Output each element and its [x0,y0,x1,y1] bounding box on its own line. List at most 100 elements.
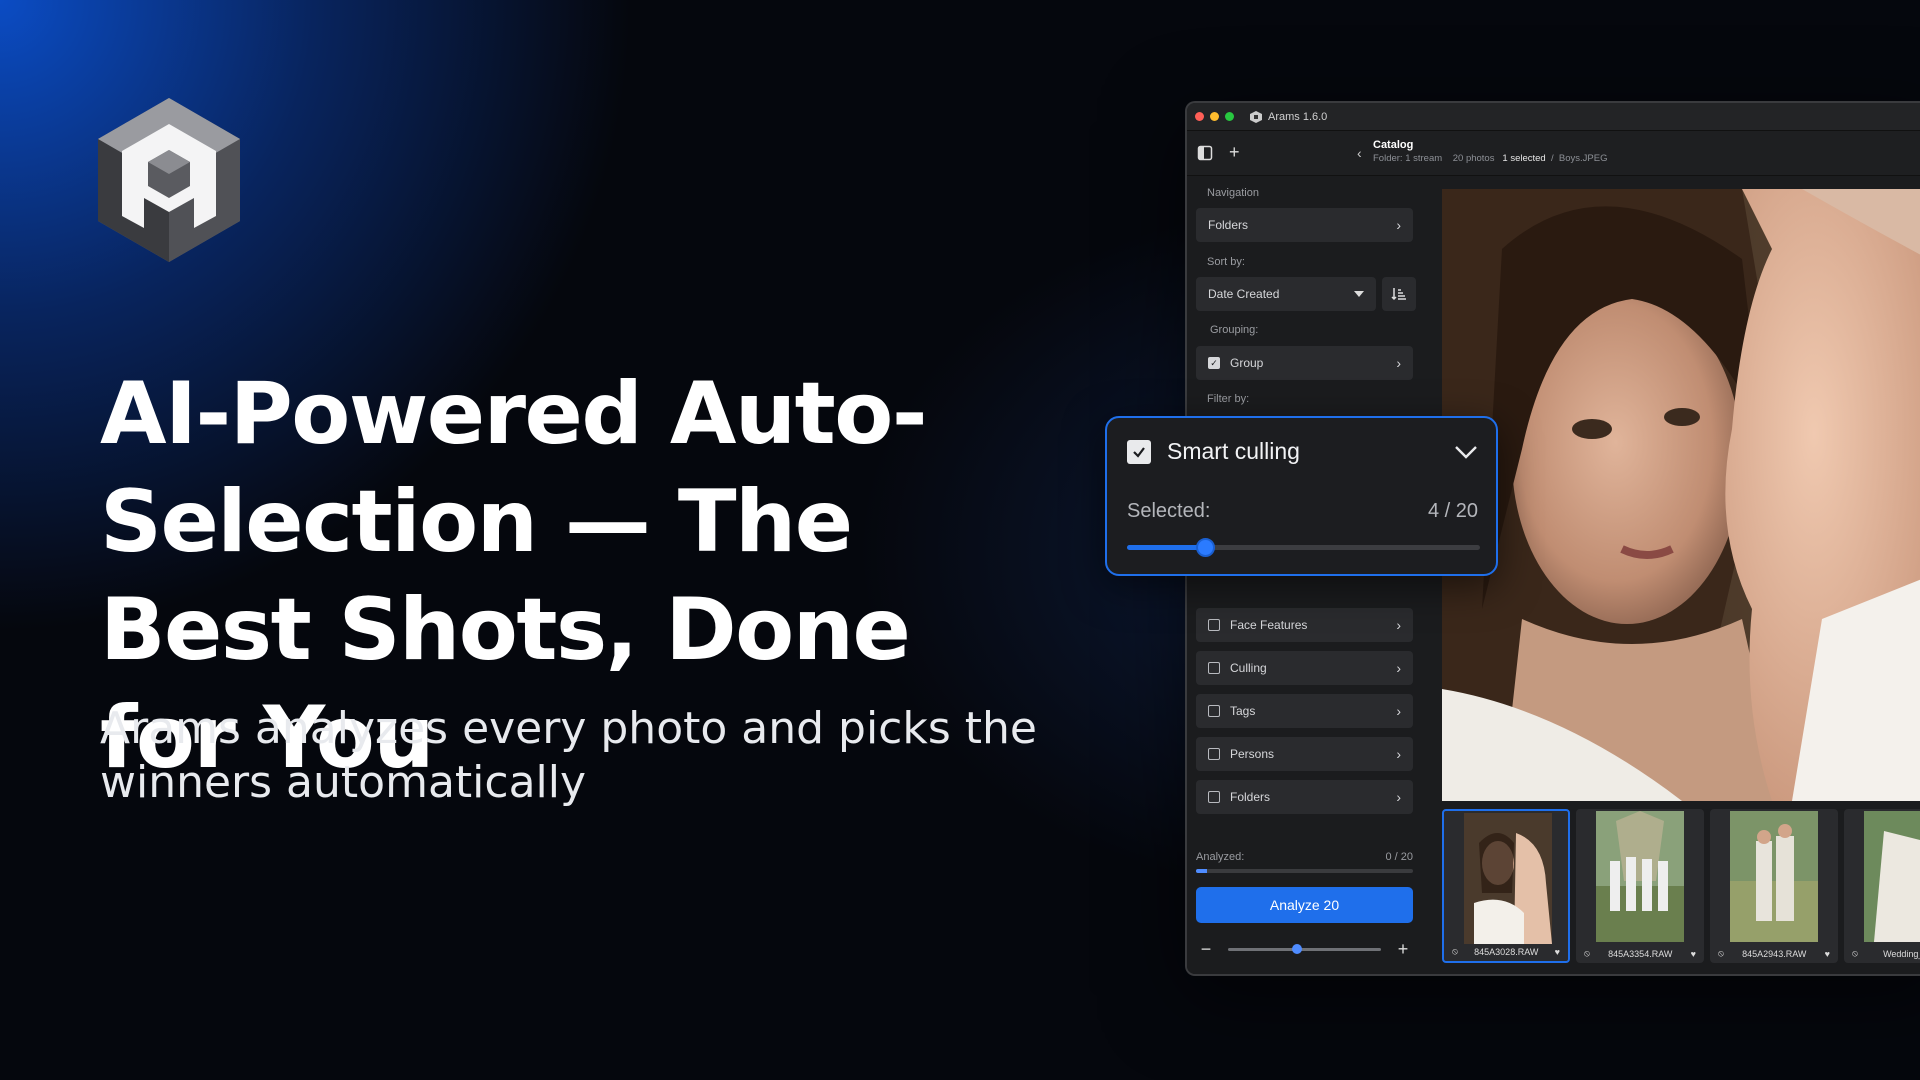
filter-folders[interactable]: Folders › [1196,780,1413,814]
thumbnail-image [1864,811,1920,942]
sort-order-button[interactable] [1382,277,1416,311]
selected-row: Selected: 4 / 20 [1127,500,1478,523]
filter-label-culling: Culling [1230,661,1267,675]
selection-slider[interactable] [1127,538,1480,557]
minimize-window-button[interactable] [1210,112,1219,121]
chevron-right-icon: › [1396,703,1401,719]
breadcrumb-file[interactable]: Boys.JPEG [1559,153,1608,164]
add-icon[interactable]: + [1229,142,1240,163]
group-label: Group [1230,356,1264,370]
sort-dropdown[interactable]: Date Created [1196,277,1376,311]
chevron-right-icon: › [1396,789,1401,805]
persons-checkbox[interactable] [1208,748,1220,760]
back-chevron-icon[interactable]: ‹ [1357,145,1362,161]
checkmark-icon [1133,446,1145,458]
couple-portrait-image [1442,189,1920,801]
chevron-right-icon: › [1396,355,1401,371]
filter-label-tags: Tags [1230,704,1256,718]
thumbnail-card[interactable]: ⦸ Wedding_13 ♥ [1844,809,1920,963]
filter-label-folders: Folders [1230,790,1271,804]
group-checkbox[interactable]: ✓ [1208,357,1220,369]
face-features-checkbox[interactable] [1208,619,1220,631]
thumbnail-footer: ⦸ 845A3354.RAW ♥ [1576,948,1704,959]
selection-slider-handle[interactable] [1195,538,1215,557]
zoom-in-icon[interactable]: + [1393,939,1413,960]
filter-label-face-features: Face Features [1230,618,1308,632]
breadcrumb-selected: 1 selected [1502,153,1546,164]
thumbnail-image [1730,811,1818,942]
thumbnail-card[interactable]: ⦸ 845A3028.RAW ♥ [1442,809,1570,963]
favorite-heart-icon[interactable]: ♥ [1825,949,1830,959]
breadcrumb-folder: Folder: 1 stream [1373,153,1443,164]
filter-label: Filter by: [1207,393,1250,405]
filter-culling[interactable]: Culling › [1196,651,1413,685]
thumbnail-name: 845A2943.RAW [1742,948,1807,959]
toggle-sidebar-icon[interactable] [1197,145,1213,161]
chevron-right-icon: › [1396,746,1401,762]
thumbnail-footer: ⦸ 845A2943.RAW ♥ [1710,948,1838,959]
thumbnail-card[interactable]: ⦸ 845A3354.RAW ♥ [1576,809,1704,963]
zoom-slider[interactable] [1228,943,1381,954]
thumbnail-image [1596,811,1684,942]
folders-checkbox[interactable] [1208,791,1220,803]
smart-culling-header[interactable]: Smart culling [1127,438,1478,465]
breadcrumb-separator: / [1550,153,1554,164]
selected-count: 4 / 20 [1427,500,1478,522]
thumbnail-strip: ⦸ 845A3028.RAW ♥ ⦸ 845A3354.RAW ♥ ⦸ 845A… [1442,805,1920,965]
sort-descending-icon [1391,288,1406,301]
analyzed-progress-bar [1196,869,1413,873]
thumbnail-card[interactable]: ⦸ 845A2943.RAW ♥ [1710,809,1838,963]
smart-culling-checkbox[interactable] [1127,439,1151,464]
breadcrumb: ‹ Catalog Folder: 1 stream 20 photos 1 s… [1357,139,1607,164]
chevron-right-icon: › [1396,217,1401,233]
sort-value: Date Created [1208,287,1280,301]
breadcrumb-meta: Folder: 1 stream 20 photos 1 selected / … [1357,153,1607,164]
window-title: Arams 1.6.0 [1268,110,1328,123]
thumbnail-name: 845A3028.RAW [1474,946,1539,957]
thumbnail-footer: ⦸ 845A3028.RAW ♥ [1444,946,1568,957]
main-photo-preview[interactable] [1442,189,1920,801]
smart-culling-title: Smart culling [1167,438,1300,464]
favorite-heart-icon[interactable]: ♥ [1691,949,1696,959]
caret-down-icon [1354,291,1364,297]
filter-label-persons: Persons [1230,747,1275,761]
sidebar: Navigation Folders › Sort by: Date Creat… [1187,177,1419,974]
zoom-slider-handle[interactable] [1291,943,1302,954]
zoom-control: − + [1196,939,1413,959]
subheadline: Arams analyzes every photo and picks the… [100,703,1037,808]
tags-checkbox[interactable] [1208,705,1220,717]
zoom-out-icon[interactable]: − [1196,939,1216,960]
navigation-label: Navigation [1207,187,1259,199]
filter-tags[interactable]: Tags › [1196,694,1413,728]
chevron-down-icon[interactable] [1454,445,1478,459]
analyzed-count: 0 / 20 [1385,851,1413,863]
arams-logo [98,98,240,262]
chevron-right-icon: › [1396,617,1401,633]
filter-face-features[interactable]: Face Features › [1196,608,1413,642]
toolbar: + ‹ Catalog Folder: 1 stream 20 photos 1… [1187,131,1920,176]
thumbnail-name: Wedding_13 [1883,948,1920,959]
analyze-button[interactable]: Analyze 20 [1196,887,1413,923]
folders-nav-label: Folders [1208,218,1249,232]
smart-culling-panel: Smart culling Selected: 4 / 20 [1105,416,1498,576]
thumbnail-footer: ⦸ Wedding_13 ♥ [1844,948,1920,959]
close-window-button[interactable] [1195,112,1204,121]
group-row[interactable]: ✓ Group › [1196,346,1413,380]
folders-nav-row[interactable]: Folders › [1196,208,1413,242]
selection-slider-fill [1127,545,1205,550]
app-icon [1250,110,1262,123]
thumbnail-image [1464,813,1552,944]
favorite-heart-icon[interactable]: ♥ [1555,947,1560,957]
title-bar: Arams 1.6.0 [1187,103,1920,131]
filter-persons[interactable]: Persons › [1196,737,1413,771]
thumbnail-name: 845A3354.RAW [1608,948,1673,959]
analyzed-label: Analyzed: [1196,851,1245,863]
maximize-window-button[interactable] [1225,112,1234,121]
analyzed-status: Analyzed: 0 / 20 [1196,851,1413,863]
breadcrumb-photos: 20 photos [1452,153,1495,164]
sort-label: Sort by: [1207,256,1245,268]
selected-label: Selected: [1127,500,1211,522]
analyzed-progress-fill [1196,869,1207,873]
breadcrumb-title: Catalog [1373,139,1414,151]
culling-checkbox[interactable] [1208,662,1220,674]
